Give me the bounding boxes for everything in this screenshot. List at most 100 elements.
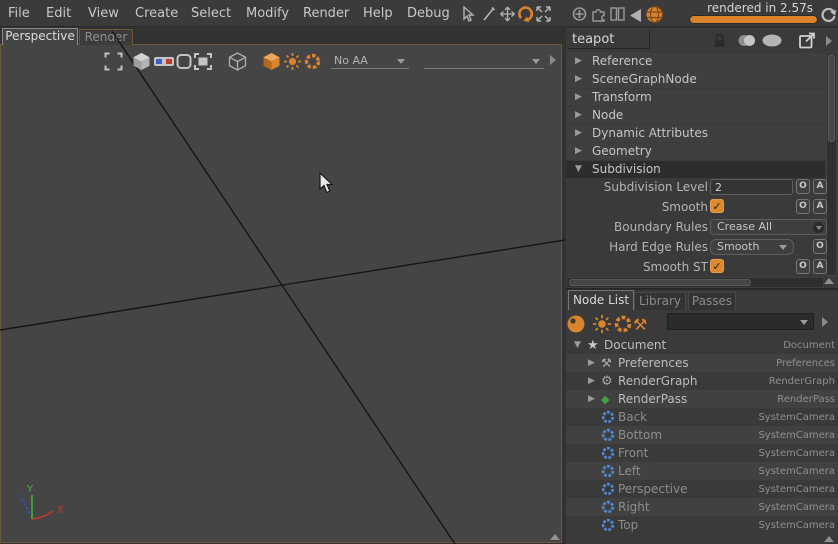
- tree-row-left[interactable]: Left SystemCamera: [566, 462, 838, 480]
- override-button[interactable]: O: [796, 259, 810, 274]
- lock-icon[interactable]: [711, 32, 728, 53]
- menu-help[interactable]: Help: [363, 6, 393, 21]
- world-icon[interactable]: [645, 5, 664, 28]
- cycle-icon[interactable]: [813, 222, 824, 233]
- split-view-icon[interactable]: [609, 5, 626, 27]
- axis-gizmo: Y X: [11, 479, 87, 541]
- expander-icon[interactable]: ▶: [575, 53, 587, 70]
- viewport[interactable]: No AA Y X: [0, 44, 562, 543]
- shaded-cube-icon[interactable]: [132, 52, 151, 75]
- section-reference[interactable]: ▶Reference: [566, 53, 825, 70]
- toolbar-overflow-icon[interactable]: [550, 55, 556, 65]
- section-node[interactable]: ▶Node: [566, 107, 825, 124]
- menu-debug[interactable]: Debug: [407, 6, 450, 21]
- target-icon[interactable]: [571, 5, 588, 27]
- pen-icon[interactable]: [481, 5, 497, 27]
- tree-row-top[interactable]: Top SystemCamera: [566, 516, 838, 534]
- viewport-scroll-up-icon[interactable]: [550, 534, 560, 540]
- refresh-icon[interactable]: [819, 7, 837, 29]
- expander-icon[interactable]: ▶: [588, 376, 601, 386]
- animate-button[interactable]: A: [813, 179, 827, 194]
- tab-render[interactable]: Render: [79, 29, 133, 45]
- scrollbar-thumb[interactable]: [569, 279, 751, 286]
- menu-view[interactable]: View: [88, 6, 119, 21]
- menu-select[interactable]: Select: [191, 6, 231, 21]
- smooth-st-checkbox[interactable]: ✓: [710, 259, 724, 273]
- tree-row-bottom[interactable]: Bottom SystemCamera: [566, 426, 838, 444]
- render-region-icon[interactable]: [193, 52, 213, 75]
- tools-wrench-icon[interactable]: ⚒: [633, 315, 647, 334]
- tab-perspective[interactable]: Perspective: [2, 28, 78, 45]
- section-geometry[interactable]: ▶Geometry: [566, 143, 825, 160]
- section-subdivision[interactable]: ▼Subdivision: [566, 161, 825, 178]
- move-icon[interactable]: [499, 5, 516, 27]
- tab-node-list[interactable]: Node List: [568, 290, 634, 310]
- tree-row-back[interactable]: Back SystemCamera: [566, 408, 838, 426]
- stereo-glasses-icon[interactable]: [153, 52, 175, 75]
- layers-icon[interactable]: [737, 32, 757, 53]
- antialias-dropdown[interactable]: No AA: [331, 54, 409, 69]
- textured-cube-icon[interactable]: [262, 52, 281, 75]
- expander-icon[interactable]: ▶: [575, 71, 587, 88]
- tree-row-rendergraph[interactable]: ▶ ⚙ RenderGraph RenderGraph: [566, 372, 838, 390]
- external-link-icon[interactable]: [798, 31, 818, 54]
- node-toolbar-overflow-icon[interactable]: [822, 317, 828, 327]
- shading-ellipse-icon[interactable]: [761, 32, 784, 53]
- object-ball-icon[interactable]: [566, 314, 587, 338]
- tree-row-renderpass[interactable]: ▶ ◆ RenderPass RenderPass: [566, 390, 838, 408]
- camera-dropdown[interactable]: [424, 54, 544, 69]
- animate-button[interactable]: A: [813, 199, 827, 214]
- scale-icon[interactable]: [535, 5, 552, 27]
- scroll-up-icon[interactable]: [824, 278, 834, 284]
- tree-scroll-up-icon[interactable]: [824, 536, 834, 542]
- smooth-checkbox[interactable]: ✓: [710, 199, 724, 213]
- override-button[interactable]: O: [813, 239, 827, 254]
- expander-icon[interactable]: ▼: [575, 161, 587, 178]
- override-button[interactable]: O: [796, 199, 810, 214]
- camera-icon: [601, 446, 618, 460]
- section-dynamic-attributes[interactable]: ▶Dynamic Attributes: [566, 125, 825, 142]
- attributes-hscrollbar[interactable]: [566, 277, 824, 288]
- plugin-icon[interactable]: [590, 5, 607, 27]
- expander-icon[interactable]: ▶: [575, 107, 587, 124]
- light-sun-icon[interactable]: [592, 314, 612, 338]
- node-filter-dropdown[interactable]: [667, 313, 814, 330]
- select-arrow-icon[interactable]: [460, 5, 476, 27]
- tree-row-right[interactable]: Right SystemCamera: [566, 498, 838, 516]
- tab-library[interactable]: Library: [634, 292, 686, 310]
- tree-row-perspective[interactable]: Perspective SystemCamera: [566, 480, 838, 498]
- menu-create[interactable]: Create: [135, 6, 178, 21]
- scrollbar-thumb[interactable]: [828, 54, 835, 142]
- lighting-sun-icon[interactable]: [283, 52, 302, 75]
- safe-region-icon[interactable]: [176, 52, 193, 75]
- tree-row-front[interactable]: Front SystemCamera: [566, 444, 838, 462]
- expander-icon[interactable]: ▶: [575, 125, 587, 142]
- panel-expand-icon[interactable]: [826, 36, 832, 46]
- expander-icon[interactable]: ▼: [574, 340, 587, 350]
- frame-selection-icon[interactable]: [104, 52, 123, 75]
- section-scenegraphnode[interactable]: ▶SceneGraphNode: [566, 71, 825, 88]
- expander-icon[interactable]: ▶: [588, 394, 601, 404]
- hard-edge-rules-dropdown[interactable]: Smooth: [710, 239, 794, 255]
- expander-icon[interactable]: ▶: [575, 89, 587, 106]
- node-name-input[interactable]: [568, 30, 650, 49]
- menu-file[interactable]: File: [8, 6, 30, 21]
- collapse-left-icon[interactable]: [629, 8, 643, 27]
- menu-edit[interactable]: Edit: [46, 6, 71, 21]
- override-button[interactable]: O: [796, 179, 810, 194]
- wireframe-cube-icon[interactable]: [228, 52, 247, 75]
- tree-row-document[interactable]: ▼ ★ Document Document: [566, 336, 838, 354]
- tab-passes[interactable]: Passes: [688, 292, 736, 310]
- camera-aperture-icon[interactable]: [613, 314, 633, 338]
- menu-render[interactable]: Render: [303, 6, 349, 21]
- expander-icon[interactable]: ▶: [588, 358, 601, 368]
- animate-button[interactable]: A: [813, 259, 827, 274]
- render-aperture-icon[interactable]: [303, 52, 322, 75]
- section-transform[interactable]: ▶Transform: [566, 89, 825, 106]
- rotate-icon[interactable]: [517, 5, 534, 27]
- tree-row-preferences[interactable]: ▶ ⚒ Preferences Preferences: [566, 354, 838, 372]
- expander-icon[interactable]: ▶: [575, 143, 587, 160]
- menu-modify[interactable]: Modify: [246, 6, 289, 21]
- boundary-rules-dropdown[interactable]: Crease All: [710, 219, 827, 235]
- subdivision-level-input[interactable]: [710, 179, 793, 195]
